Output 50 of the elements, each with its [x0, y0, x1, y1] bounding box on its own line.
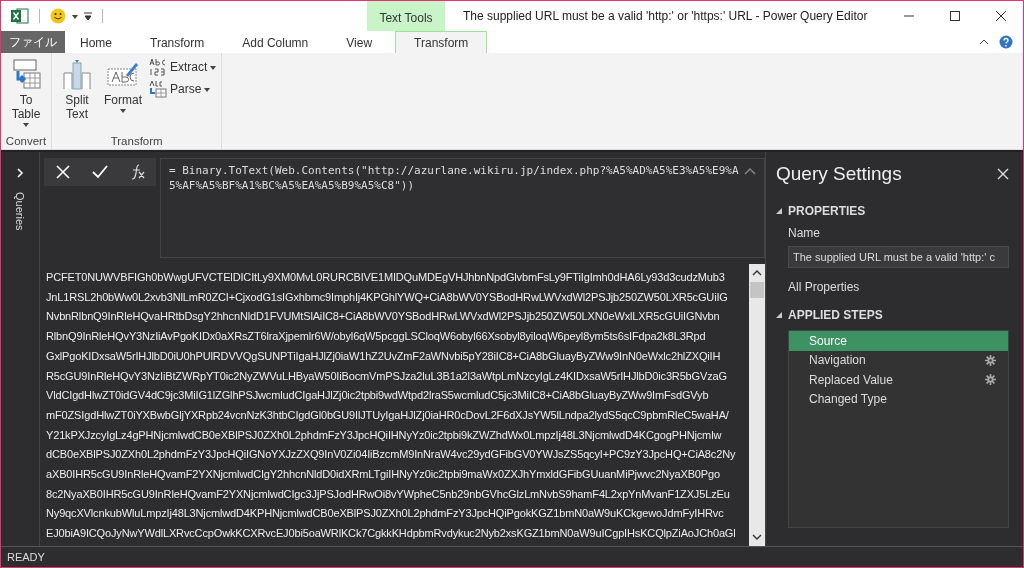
scroll-thumb[interactable]: [750, 282, 764, 298]
help-icon[interactable]: [999, 35, 1013, 49]
formula-field[interactable]: = Binary.ToText(Web.Contents("http://azurlane.wikiru.jp/index.php?%A5%AD%A5%E3%A5%E9%A5%AF%A5%BF%A1%BC%A5%EA%A5%B9%A5%C8")): [160, 158, 765, 258]
ribbon-button[interactable]: Parse: [147, 79, 219, 99]
result-text: PCFET0NUWVBFIGh0bWwgUFVCTElDICItLy9XM0MvL0RURCBIVE1MIDQuMDEgVHJhbnNpdGlvbmFsLy9FTiIgImh0dHA6Ly93d3cudzMub3 JnL1RSL2h0bWw0L2xvb3NlLmR0ZCI+CjxodG1sIGxhbmc9ImphIj4KPGhlYWQ+CiA8bWV0YSBodHRwLWVxdWl2PSJjb250ZW50LXR5cGUiIG NvbnRlbnQ9InRleHQvaHRtbDsgY2hhcnNldD1FVUMtSlAiIC8+CiA8bWV0YSBodHRwLWVxdWl2PSJjb250ZW50LXN0eWxlLXR5cGUiIGNvbn RlbnQ9InRleHQvY3NzIiAvPgoKIDx0aXRsZT6lraXjpemlr6W/obyl6qW5pcggLSCloqW6obyl66Xsobyl8yiloqW6peyl8ym5ts6sIFdpa2k8L3Rpd GxlPgoKIDxsaW5rIHJlbD0iU0hPUlRDVVQgSUNPTiIgaHJlZj0iaW1hZ2UvZmF2aWNvbi5pY28iIC8+CiA8bGluayByZWw9InN0eWxlc2hlZXQiIH R5cGU9InRleHQvY3NzIiBtZWRpYT0ic2NyZWVuLHByaW50IiBocmVmPSJza2luL3B1a2l3aWtpLmNzcyIgLz4KIDxsaW5rIHJlbD0ic3R5bGVzaG VldCIgdHlwZT0idGV4dC9jc3MiIG1lZGlhPSJwcmludCIgaHJlZj0ic2tpbi9wdWtpd2lraS5wcmludC5jc3MiIC8+CiA8bGluayByZWw9ImFsdGVyb mF0ZSIgdHlwZT0iYXBwbGljYXRpb24vcnNzK3htbCIgdGl0bGU9IlJTUyIgaHJlZj0iaHR0cDovL2F6dXJsYW5lLndpa2lydS5qcC9pbmRleC5waHA/ Y21kPXJzcyIgLz4gPHNjcmlwdCB0eXBlPSJ0ZXh0L2phdmFzY3JpcHQiIHNyYz0ic2tpbi9kZWZhdWx0LmpzIj48L3NjcmlwdD4KCgogPHNjcmlw dCB0eXBlPSJ0ZXh0L2phdmFzY3JpcHQiIGNoYXJzZXQ9InV0Zi04IiBzcmM9InNraW4vc29ydGFibGV0YWJsZS5qcyI+PC9zY3JpcHQ+CiA8c2Ny aXB0IHR5cGU9InRleHQvamF2YXNjcmlwdCIgY2hhcnNldD0idXRmLTgiIHNyYz0ic2tpbi9maWx0ZXJhYmxldGFibGUuanMiPjwvc2NyaXB0Pgo 8c2NyaXB0IHR5cGU9InRleHQvamF2YXNjcmlwdCIgc3JjPSJodHRwOi8vYWpheC5nb29nbGVhcGlzLmNvbS9hamF4L2xpYnMvanF1ZXJ5LzEu Ny9qcXVlcnkubWluLmpzIj48L3NjcmlwdD4KPHNjcmlwdCB0eXBlPSJ0ZXh0L2phdmFzY3JpcHQiPgokKGZ1bmN0aW9uKCkgewoJdmFyIHRvc EJ0biA9ICQoJyNwYWdlLXRvcCcpOwkKCXRvcEJ0bi5oaWRlKCk7CgkkKHdpbmRvdykuc2Nyb2xsKGZ1bmN0aW9uICgpIHsKCQlpZiAoJCh0aGl: [45, 270, 737, 542]
applied-step[interactable]: Changed Type: [789, 389, 1008, 409]
group-label: Convert: [4, 135, 48, 147]
ribbon-button[interactable]: To Table: [4, 57, 48, 135]
ribbon-button[interactable]: Extract: [147, 57, 219, 77]
expand-chevron-icon[interactable]: [16, 168, 24, 178]
gear-icon[interactable]: [985, 374, 996, 386]
section-heading: PROPERTIES: [788, 204, 866, 218]
split-columns-icon: [62, 59, 92, 91]
excel-logo-icon: [11, 8, 29, 24]
applied-step[interactable]: Replaced Value: [789, 370, 1008, 390]
ribbon-button[interactable]: Format: [101, 57, 145, 135]
applied-step[interactable]: Source: [789, 331, 1008, 351]
caret-icon: [72, 15, 78, 19]
all-properties-link[interactable]: All Properties: [788, 280, 1009, 294]
queries-pane-label[interactable]: Queries: [14, 192, 26, 231]
scroll-up-icon[interactable]: [752, 270, 762, 276]
file-tab[interactable]: ファイル: [1, 31, 65, 53]
collapse-ribbon-icon[interactable]: [979, 38, 989, 46]
ribbon-tab[interactable]: Transform: [395, 31, 488, 53]
function-icon[interactable]: [130, 164, 146, 180]
parse-icon: [149, 80, 167, 98]
contextual-tab-label: Text Tools: [379, 11, 433, 27]
check-icon[interactable]: [92, 165, 108, 179]
gear-icon[interactable]: [985, 354, 996, 366]
status-text: READY: [7, 551, 45, 563]
smiley-icon[interactable]: [50, 8, 66, 24]
scrollbar[interactable]: [749, 264, 765, 546]
field-label: Name: [788, 226, 821, 240]
window-title: The supplied URL must be a valid 'http:' or 'https:' URL - Power Query Editor: [463, 9, 868, 23]
maximize-icon[interactable]: [949, 10, 961, 22]
customize-toolbar-icon[interactable]: [84, 12, 92, 20]
group-label: Transform: [109, 135, 164, 147]
panel-title: Query Settings: [776, 163, 902, 185]
cancel-icon[interactable]: [56, 165, 70, 179]
scroll-down-icon[interactable]: [752, 534, 762, 540]
applied-step[interactable]: Navigation: [789, 350, 1008, 370]
section-heading: APPLIED STEPS: [788, 308, 883, 322]
name-field[interactable]: The supplied URL must be a valid 'http:' c: [788, 246, 1009, 268]
collapse-icon[interactable]: [744, 167, 756, 175]
close-icon[interactable]: [995, 10, 1007, 22]
ribbon-button[interactable]: Split Text: [55, 57, 99, 135]
collapse-triangle-icon[interactable]: [776, 208, 782, 214]
abc-123-icon: [149, 58, 167, 76]
collapse-triangle-icon[interactable]: [776, 312, 782, 318]
table-arrow-icon: [10, 59, 42, 91]
